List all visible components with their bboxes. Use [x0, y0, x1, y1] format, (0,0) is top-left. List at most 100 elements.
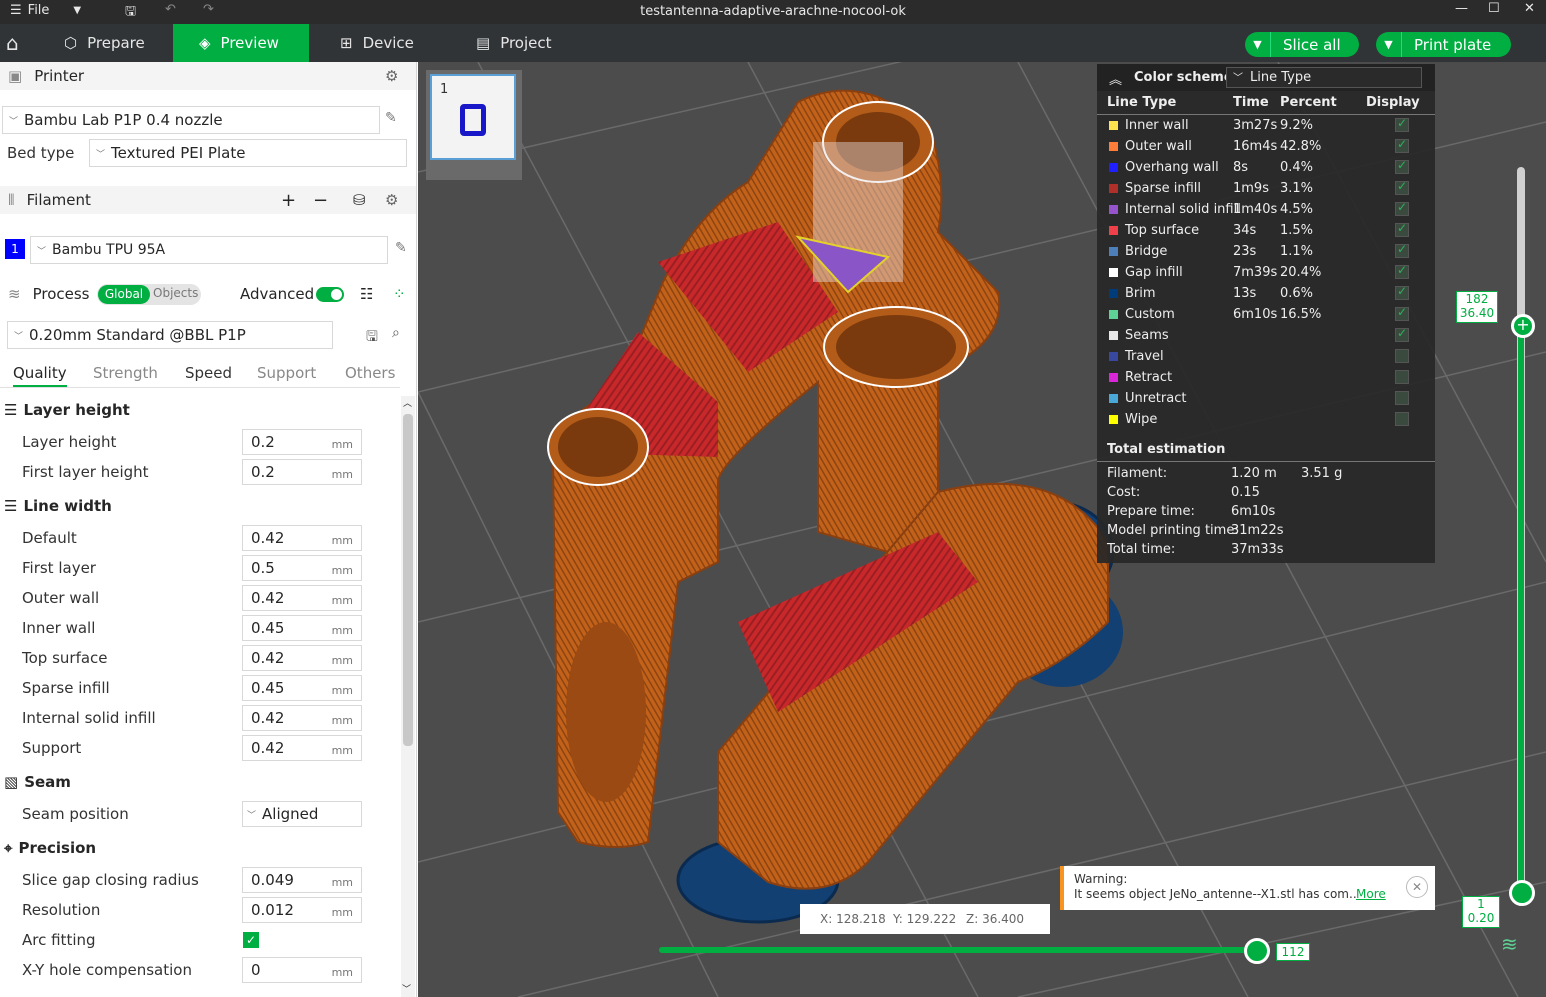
advanced-toggle[interactable] [316, 287, 344, 302]
line-width-default-input[interactable]: 0.42 mm [242, 525, 362, 551]
legend-display-checkbox[interactable] [1395, 137, 1409, 153]
global-option[interactable]: Global [98, 285, 150, 304]
tab-preview[interactable]: ◈ Preview [173, 24, 309, 62]
legend-row[interactable]: Retract [1097, 367, 1435, 388]
edit-icon[interactable]: ✎ [395, 240, 407, 256]
tab-device[interactable]: ⊞ Device [340, 24, 414, 62]
legend-row[interactable]: Brim 13s 0.6% [1097, 283, 1435, 304]
line-width-sparse-infill-input[interactable]: 0.45 mm [242, 675, 362, 701]
line-width-support-input[interactable]: 0.42 mm [242, 735, 362, 761]
legend-row[interactable]: Wipe [1097, 409, 1435, 430]
objects-option[interactable]: Objects [153, 286, 198, 300]
legend-display-checkbox[interactable] [1395, 412, 1409, 426]
subtab-others[interactable]: Others [345, 364, 395, 382]
legend-display-checkbox[interactable] [1395, 116, 1409, 132]
search-icon[interactable]: ⌕ [392, 325, 400, 341]
layer-slider-bottom-handle[interactable] [1509, 880, 1535, 906]
legend-display-checkbox[interactable] [1395, 242, 1409, 258]
save-icon[interactable]: 🖫 [366, 326, 378, 350]
printer-select[interactable]: ﹀ Bambu Lab P1P 0.4 nozzle [2, 106, 380, 134]
home-icon[interactable]: ⌂ [6, 24, 30, 62]
legend-display-checkbox[interactable] [1395, 158, 1409, 174]
legend-row[interactable]: Unretract [1097, 388, 1435, 409]
resolution-input[interactable]: 0.012 mm [242, 897, 362, 923]
subtab-speed[interactable]: Speed [185, 364, 232, 382]
minimize-icon[interactable]: — [1455, 1, 1468, 16]
filament-select[interactable]: ﹀ Bambu TPU 95A [30, 236, 388, 264]
collapse-icon[interactable]: ︽ [1109, 69, 1122, 88]
tab-prepare[interactable]: ⬡ Prepare [64, 24, 145, 62]
legend-row[interactable]: Outer wall 16m4s 42.8% [1097, 136, 1435, 157]
chevron-up-icon[interactable]: ︿ [403, 396, 412, 409]
subtab-support[interactable]: Support [257, 364, 316, 382]
color-scheme-select[interactable]: ﹀ Line Type [1226, 67, 1422, 88]
legend-row[interactable]: Travel [1097, 346, 1435, 367]
layer-slider-top-handle[interactable]: + [1511, 314, 1535, 338]
close-icon[interactable]: ✕ [1406, 876, 1428, 898]
compare-icon[interactable]: ⁘ [393, 285, 406, 303]
add-icon[interactable]: + [281, 190, 296, 211]
line-width-internal-solid-infill-input[interactable]: 0.42 mm [242, 705, 362, 731]
chevron-down-icon[interactable]: ▼ [1245, 32, 1271, 57]
legend-row[interactable]: Bridge 23s 1.1% [1097, 241, 1435, 262]
tab-project[interactable]: ▤ Project [476, 24, 552, 62]
legend-display-checkbox[interactable] [1395, 221, 1409, 237]
chevron-down-icon[interactable]: ▼ [1376, 32, 1402, 57]
legend-display-checkbox[interactable] [1395, 179, 1409, 195]
legend-row[interactable]: Overhang wall 8s 0.4% [1097, 157, 1435, 178]
move-slider-track[interactable] [659, 947, 1259, 953]
close-icon[interactable]: ✕ [1524, 1, 1535, 16]
legend-row[interactable]: Inner wall 3m27s 9.2% [1097, 115, 1435, 136]
legend-row[interactable]: Internal solid infill 1m40s 4.5% [1097, 199, 1435, 220]
slice-gap-closing-radius-input[interactable]: 0.049 mm [242, 867, 362, 893]
list-icon[interactable]: ☷ [360, 285, 373, 303]
layers-icon[interactable]: ≋ [1501, 932, 1518, 956]
warning-more-link[interactable]: More [1356, 887, 1386, 901]
arc-fitting-checkbox[interactable]: ✓ [243, 932, 259, 948]
line-width-outer-wall-input[interactable]: 0.42 mm [242, 585, 362, 611]
plate-thumbnail[interactable]: 1 [430, 74, 516, 160]
legend-display-checkbox[interactable] [1395, 326, 1409, 342]
print-plate-button[interactable]: ▼ Print plate [1376, 32, 1511, 57]
layer-slider-track[interactable] [1517, 167, 1525, 897]
legend-display-checkbox[interactable] [1395, 263, 1409, 279]
subtab-quality[interactable]: Quality [13, 364, 67, 387]
gear-icon[interactable]: ⚙ [385, 67, 398, 85]
total-key: Model printing time: [1107, 523, 1239, 538]
chevron-down-icon[interactable]: ﹀ [402, 982, 411, 995]
unit: mm [331, 654, 353, 667]
legend-row[interactable]: Top surface 34s 1.5% [1097, 220, 1435, 241]
first-layer-height-input[interactable]: 0.2 mm [242, 459, 362, 485]
bed-type-select[interactable]: ﹀ Textured PEI Plate [89, 139, 407, 167]
legend-display-checkbox[interactable] [1395, 305, 1409, 321]
process-preset-select[interactable]: ﹀ 0.20mm Standard @BBL P1P [7, 321, 333, 349]
global-objects-toggle[interactable]: Global Objects [97, 284, 201, 305]
layer-height-input[interactable]: 0.2 mm [242, 429, 362, 455]
process-subtabs: Quality Strength Speed Support Others [0, 360, 400, 388]
legend-display-checkbox[interactable] [1395, 349, 1409, 363]
legend-display-checkbox[interactable] [1395, 391, 1409, 405]
slice-all-button[interactable]: ▼ Slice all [1245, 32, 1359, 57]
legend-display-checkbox[interactable] [1395, 284, 1409, 300]
legend-row[interactable]: Custom 6m10s 16.5% [1097, 304, 1435, 325]
legend-row[interactable]: Gap infill 7m39s 20.4% [1097, 262, 1435, 283]
legend-row[interactable]: Seams [1097, 325, 1435, 346]
remove-icon[interactable]: − [313, 190, 328, 211]
move-slider-handle[interactable] [1244, 938, 1270, 964]
sync-icon[interactable]: ⛁ [353, 191, 366, 209]
legend-row[interactable]: Sparse infill 1m9s 3.1% [1097, 178, 1435, 199]
filament-slot-badge[interactable]: 1 [5, 239, 25, 259]
line-width-first-layer-input[interactable]: 0.5 mm [242, 555, 362, 581]
gear-icon[interactable]: ⚙ [385, 191, 398, 209]
edit-icon[interactable]: ✎ [385, 110, 397, 126]
line-width-inner-wall-input[interactable]: 0.45 mm [242, 615, 362, 641]
legend-display-checkbox[interactable] [1395, 200, 1409, 216]
line-width-top-surface-input[interactable]: 0.42 mm [242, 645, 362, 671]
legend-display-checkbox[interactable] [1395, 370, 1409, 384]
xy-hole-compensation-input[interactable]: 0 mm [242, 957, 362, 983]
precision-icon: ⌖ [4, 839, 13, 857]
subtab-strength[interactable]: Strength [93, 364, 158, 382]
maximize-icon[interactable]: ☐ [1488, 1, 1500, 16]
seam-position-select[interactable]: ﹀ Aligned [242, 801, 362, 827]
settings-scrollbar[interactable]: ︿ [401, 396, 415, 997]
